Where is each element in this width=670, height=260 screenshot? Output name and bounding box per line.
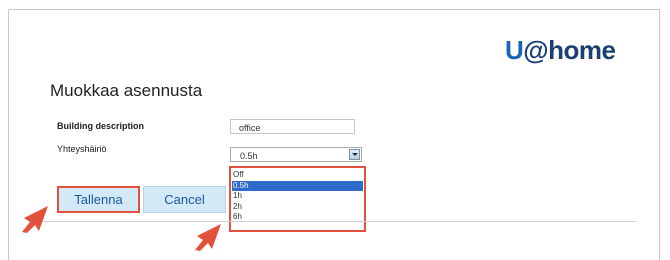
connection-fault-value: 0.5h [240, 151, 258, 161]
pointer-arrow-icon [22, 206, 48, 233]
connection-fault-dropdown: Off 0.5h 1h 2h 6h [229, 166, 366, 232]
dropdown-option[interactable]: Off [232, 170, 363, 181]
cancel-button[interactable]: Cancel [143, 186, 226, 213]
save-button[interactable]: Tallenna [57, 186, 140, 213]
connection-fault-select[interactable]: 0.5h [230, 147, 362, 162]
divider [40, 221, 637, 222]
building-description-input[interactable]: office [230, 119, 355, 134]
chevron-down-icon[interactable] [349, 149, 360, 160]
dropdown-options: Off 0.5h 1h 2h 6h [232, 170, 363, 223]
building-description-label: Building description [57, 121, 144, 131]
dropdown-option[interactable]: 0.5h [232, 180, 363, 191]
brand-logo: U@home [505, 35, 616, 66]
dropdown-option[interactable]: 1h [232, 191, 363, 202]
connection-fault-label: Yhteyshäiriö [57, 144, 107, 154]
page-title: Muokkaa asennusta [50, 81, 203, 100]
dropdown-option[interactable]: 2h [232, 202, 363, 213]
pointer-arrow-icon [195, 224, 221, 251]
brand-logo-u: U [505, 35, 524, 65]
brand-logo-rest: @home [523, 35, 616, 65]
